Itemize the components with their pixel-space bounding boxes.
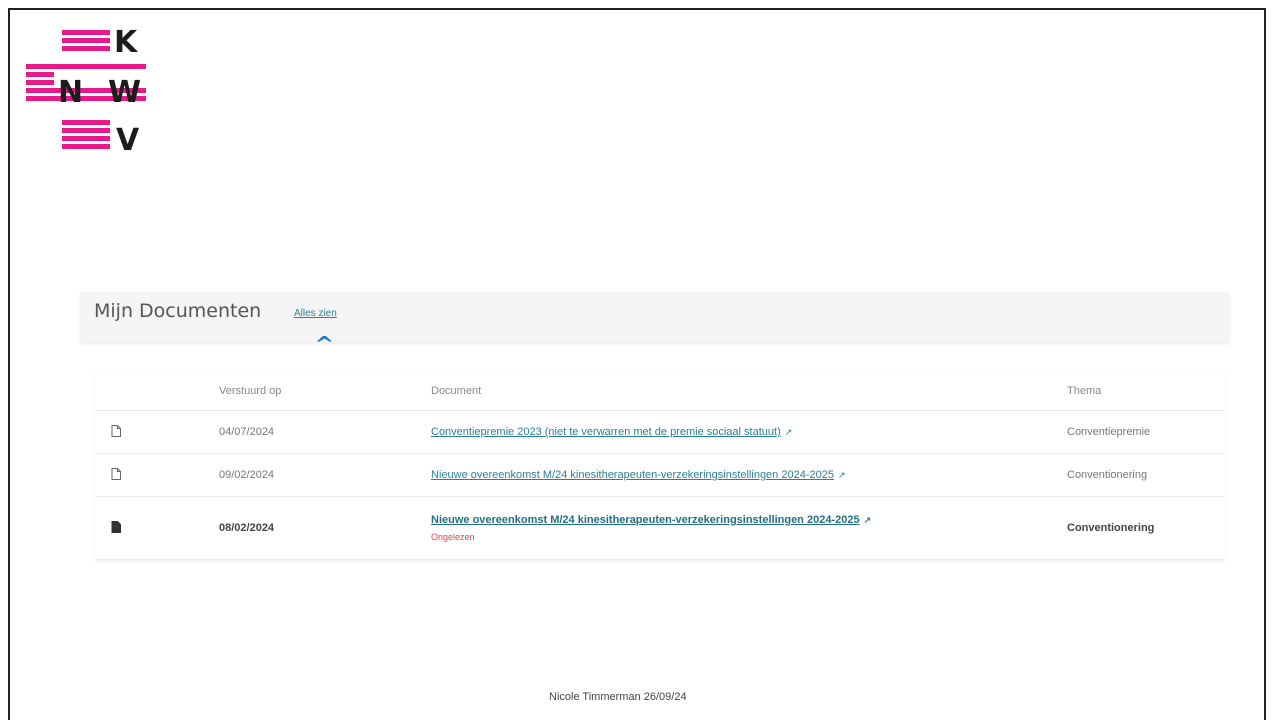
external-link-icon[interactable]: ↗ bbox=[785, 427, 793, 438]
row-date: 04/07/2024 bbox=[219, 410, 431, 454]
table-row-unread[interactable]: 08/02/2024 Nieuwe overeenkomst M/24 kine… bbox=[95, 496, 1225, 560]
document-link[interactable]: Conventiepremie 2023 (niet te verwarren … bbox=[431, 426, 781, 438]
table-row[interactable]: 04/07/2024 Conventiepremie 2023 (niet te… bbox=[95, 410, 1225, 454]
file-outline-icon bbox=[111, 424, 121, 437]
header-document: Document bbox=[431, 372, 1067, 411]
row-icon-cell bbox=[95, 410, 219, 454]
pointer-caret-icon: ^ bbox=[314, 332, 335, 356]
row-document-cell: Conventiepremie 2023 (niet te verwarren … bbox=[431, 410, 1067, 454]
logo-letter-w: W bbox=[108, 75, 141, 110]
table-header-row: Verstuurd op Document Thema bbox=[95, 372, 1225, 411]
row-document-cell: Nieuwe overeenkomst M/24 kinesitherapeut… bbox=[431, 496, 1067, 560]
external-link-icon[interactable]: ↗ bbox=[864, 515, 872, 526]
header-icon-col bbox=[95, 372, 219, 411]
logo-letter-n: N bbox=[58, 75, 83, 110]
document-link[interactable]: Nieuwe overeenkomst M/24 kinesitherapeut… bbox=[431, 469, 834, 481]
documents-title: Mijn Documenten bbox=[94, 300, 262, 322]
document-link[interactable]: Nieuwe overeenkomst M/24 kinesitherapeut… bbox=[431, 514, 860, 526]
row-document-cell: Nieuwe overeenkomst M/24 kinesitherapeut… bbox=[431, 453, 1067, 497]
row-icon-cell bbox=[95, 496, 219, 560]
row-theme: Conventionering bbox=[1067, 453, 1225, 497]
file-outline-icon bbox=[111, 467, 121, 480]
documents-card-header: Mijn Documenten Alles zien bbox=[80, 292, 1230, 342]
header-theme: Thema bbox=[1067, 372, 1225, 411]
table-row[interactable]: 09/02/2024 Nieuwe overeenkomst M/24 kine… bbox=[95, 453, 1225, 497]
unread-badge: Ongelezen bbox=[431, 532, 475, 542]
footer-author-date: Nicole Timmerman 26/09/24 bbox=[549, 691, 687, 703]
row-icon-cell bbox=[95, 453, 219, 497]
file-filled-icon bbox=[111, 520, 121, 533]
knwv-logo: K N W V bbox=[26, 28, 156, 154]
see-all-link[interactable]: Alles zien bbox=[294, 308, 337, 319]
logo-letter-v: V bbox=[116, 123, 140, 154]
row-theme: Conventionering bbox=[1067, 496, 1225, 560]
external-link-icon[interactable]: ↗ bbox=[838, 470, 846, 481]
slide-frame bbox=[8, 8, 1266, 720]
row-date: 09/02/2024 bbox=[219, 453, 431, 497]
row-theme: Conventiepremie bbox=[1067, 410, 1225, 454]
logo-letter-k: K bbox=[114, 28, 139, 60]
row-date: 08/02/2024 bbox=[219, 496, 431, 560]
header-sent-on: Verstuurd op bbox=[219, 372, 431, 411]
documents-table: Verstuurd op Document Thema 04/07/2024 C… bbox=[95, 372, 1225, 560]
